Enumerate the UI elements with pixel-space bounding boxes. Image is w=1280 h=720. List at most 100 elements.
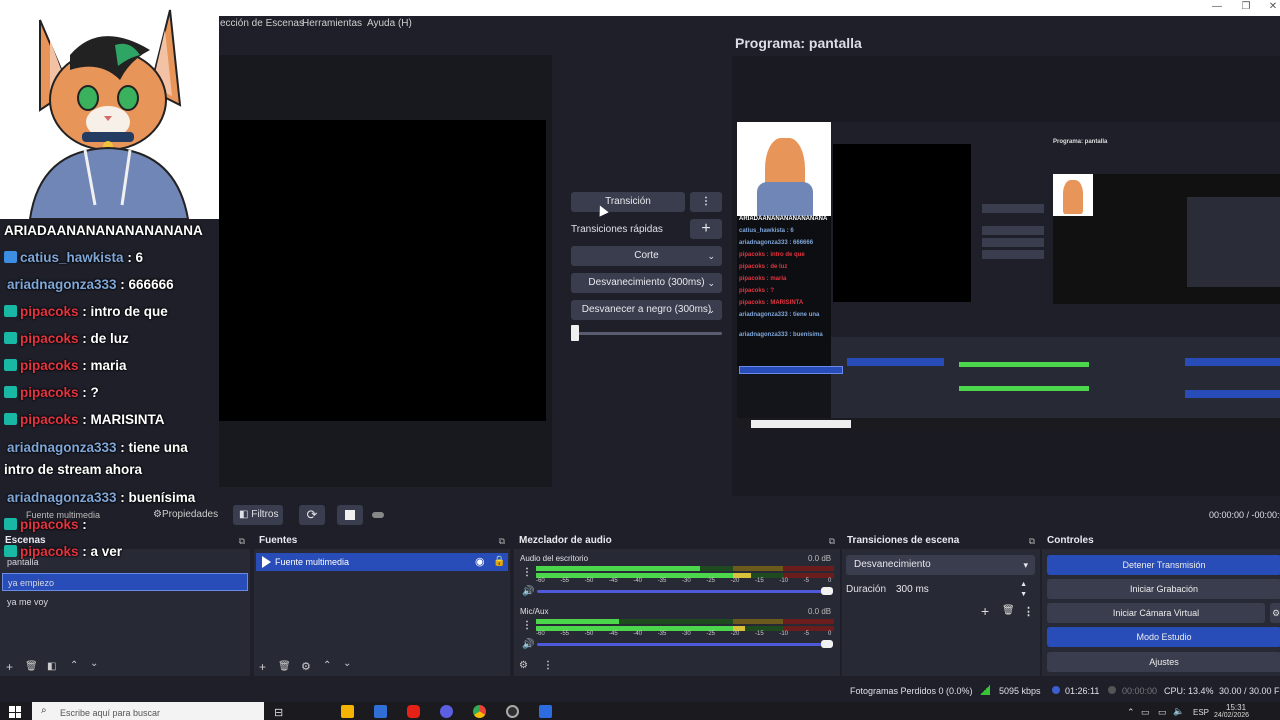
meter-tick-label: -15 [755,631,764,637]
spinner-icon: ▲ ▼ [1020,581,1027,598]
popout-icon[interactable]: ⧉ [1029,533,1035,549]
move-up-icon[interactable]: ⌃ [70,660,78,671]
scene-filter-icon[interactable]: ◧ [47,661,56,672]
channel-menu-icon[interactable]: ⋮ [522,567,532,578]
add-transition-icon[interactable]: + [981,603,989,619]
meter-tick-label: 0 [828,578,832,584]
trash-icon[interactable]: 🗑 [278,661,291,672]
stop-button[interactable] [337,505,363,525]
virtual-camera-settings-icon[interactable]: ⚙ [1270,603,1280,623]
app-icon[interactable] [539,705,552,718]
channel-menu-icon[interactable]: ⋮ [522,620,532,631]
add-quick-transition-icon[interactable]: + [690,219,722,239]
meter-tick-label: -55 [560,578,569,584]
language-indicator[interactable]: ESP [1193,708,1209,717]
signal-icon [980,685,990,695]
discord-icon[interactable] [440,705,453,718]
preview-canvas[interactable] [219,120,546,421]
lock-icon[interactable]: 🔒 [493,556,505,567]
chrome-icon[interactable] [473,705,486,718]
close-icon[interactable]: ✕ [1266,0,1280,14]
clock-time[interactable]: 15:31 [1226,703,1246,712]
mixer-settings-icon[interactable]: ⚙ [519,660,528,671]
youtube-icon[interactable] [407,705,420,718]
battery-icon[interactable]: ▭ [1158,707,1167,718]
restart-icon[interactable]: ⟳ [299,505,325,525]
tbar-slider-track[interactable] [576,332,722,335]
transition-button[interactable]: Transición [571,192,685,212]
live-time: 01:26:11 [1065,686,1100,696]
quick-transition-fade[interactable]: Desvanecimiento (300ms) ⌄ [571,273,722,293]
meter-tick-label: -25 [706,631,715,637]
obs-icon[interactable] [506,705,519,718]
meter-tick-label: -15 [755,578,764,584]
volume-icon[interactable]: 🔈 [1173,706,1184,717]
scene-item[interactable]: ya me voy [2,593,248,611]
trash-icon[interactable]: 🗑 [1002,605,1015,616]
windows-start-icon[interactable] [9,706,21,718]
avatar [0,0,219,219]
add-source-icon[interactable]: + [259,660,266,674]
chat-badge-icon [4,305,17,317]
network-icon[interactable]: ▭ [1141,707,1150,718]
maximize-icon[interactable]: ❐ [1239,0,1253,14]
task-view-icon[interactable]: ⊟ [274,706,283,719]
chat-badge-icon [4,359,17,371]
chat-header: ARIADAANANANANANANANA [4,223,203,238]
volume-knob[interactable] [821,640,833,648]
popout-icon[interactable]: ⧉ [829,533,835,549]
popout-icon[interactable]: ⧉ [239,533,245,549]
volume-slider[interactable] [537,590,829,593]
move-down-icon[interactable]: ⌄ [343,658,351,669]
clock-date[interactable]: 24/02/2026 [1214,712,1249,719]
meter-tick-label: -5 [803,631,809,637]
speaker-icon[interactable]: 🔊 [522,639,534,650]
scene-item-selected[interactable]: ya empiezo [2,573,248,591]
menu-help[interactable]: Ayuda (H) [367,18,412,30]
start-virtual-camera-button[interactable]: Iniciar Cámara Virtual [1047,603,1265,623]
volume-knob[interactable] [821,587,833,595]
chat-text: : 6 [127,250,144,265]
minimize-icon[interactable]: — [1210,0,1224,14]
store-icon[interactable] [374,705,387,718]
speaker-icon[interactable]: 🔊 [522,586,534,597]
meter-tick-label: -25 [706,578,715,584]
filter-icon: ◧ [239,509,249,520]
media-seek-handle[interactable] [372,512,384,518]
tbar-slider-handle[interactable] [571,325,579,341]
controls-title: Controles [1047,535,1094,546]
gear-icon[interactable]: ⚙ [301,660,311,673]
studio-mode-button[interactable]: Modo Estudio [1047,627,1280,647]
chat-text: : tiene una [120,440,188,455]
mixer-menu-icon[interactable]: ⋮ [543,660,553,671]
sources-dock-header: Fuentes ⧉ [254,533,510,549]
settings-button[interactable]: Ajustes [1047,652,1280,672]
source-item[interactable]: Fuente multimedia [256,553,508,571]
move-up-icon[interactable]: ⌃ [323,660,331,671]
menu-scene-collection[interactable]: ección de Escenas [220,18,304,30]
transition-select[interactable]: Desvanecimiento ▾ [846,555,1035,575]
properties-button[interactable]: ⚙Propiedades [153,509,218,520]
transition-menu-icon[interactable]: ⋮ [690,192,722,212]
quick-transition-cut[interactable]: Corte ⌄ [571,246,722,266]
duration-input[interactable]: 300 ms ▲ ▼ [887,579,1035,601]
tray-chevron-icon[interactable]: ⌃ [1127,707,1135,718]
taskbar-search-placeholder: Escribe aquí para buscar [60,708,161,718]
file-explorer-icon[interactable] [341,705,354,718]
quick-transition-fade-black[interactable]: Desvanecer a negro (300ms) ⌄ [571,300,722,320]
move-down-icon[interactable]: ⌄ [90,658,98,669]
controls-header: Controles [1042,533,1280,549]
chat-username: ariadnagonza333 [7,490,121,505]
eye-icon[interactable]: ◉ [475,555,485,568]
stop-streaming-button[interactable]: Detener Transmisión [1047,555,1280,575]
add-scene-icon[interactable]: + [6,660,13,674]
popout-icon[interactable]: ⧉ [499,533,505,549]
menu-tools[interactable]: Herramientas [302,18,362,30]
start-recording-button[interactable]: Iniciar Grabación [1047,579,1280,599]
volume-slider[interactable] [537,643,829,646]
trash-icon[interactable]: 🗑 [25,661,38,672]
transition-menu-icon[interactable]: ⋮ [1023,605,1034,618]
quick-transitions-label: Transiciones rápidas [571,224,663,235]
chat-username: pipacoks [20,544,83,559]
chevron-down-icon: ⌄ [707,251,715,261]
